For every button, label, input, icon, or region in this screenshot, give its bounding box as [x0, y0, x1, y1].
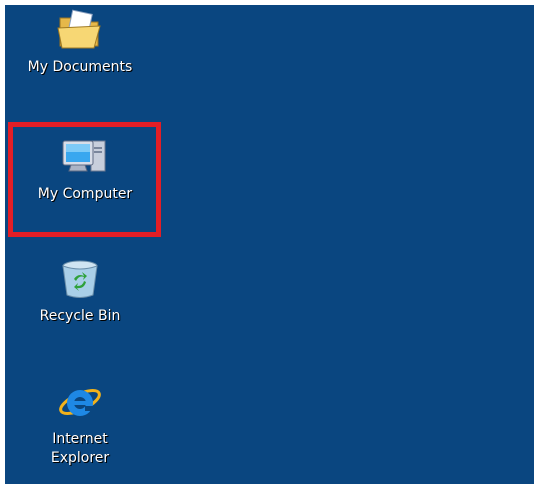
desktop-icon-internet-explorer[interactable]: Internet Explorer: [8, 380, 152, 468]
desktop-icon-label: Recycle Bin: [39, 308, 121, 324]
desktop-icon-my-computer[interactable]: My Computer: [13, 135, 157, 204]
computer-monitor-icon: [62, 140, 106, 172]
desktop-icon-label: Internet Explorer: [50, 431, 110, 466]
desktop[interactable]: My Documents My Computer Recycle Bin Int…: [5, 5, 534, 484]
desktop-icon-label: My Computer: [37, 186, 133, 202]
recycle-bin-icon: [62, 260, 98, 298]
desktop-icon-label: My Documents: [27, 59, 133, 75]
desktop-icon-recycle-bin[interactable]: Recycle Bin: [8, 257, 152, 326]
desktop-icon-my-documents[interactable]: My Documents: [8, 8, 152, 77]
folder-documents-icon: [57, 9, 101, 49]
internet-explorer-icon: [59, 389, 101, 416]
